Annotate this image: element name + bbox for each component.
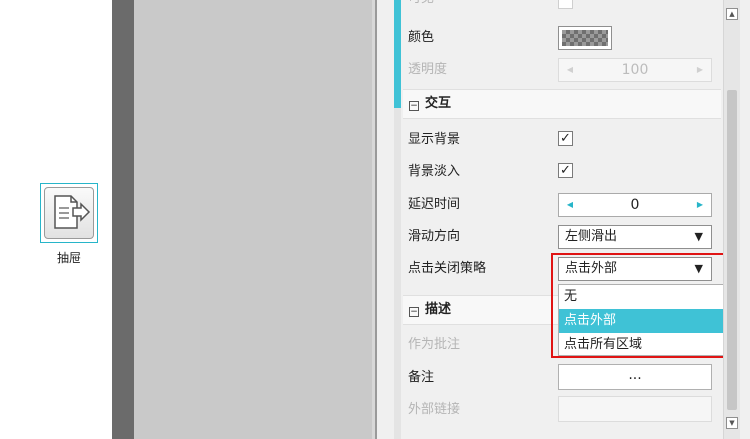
panel-indicator-track	[394, 108, 401, 439]
dropdown-option-none[interactable]: 无	[559, 285, 729, 309]
chevron-down-icon: ▼	[694, 230, 703, 243]
dropdown-option-click-all[interactable]: 点击所有区域	[559, 333, 729, 357]
section-interaction-title: 交互	[425, 96, 452, 111]
canvas-ruler-strip	[112, 0, 134, 439]
delay-stepper[interactable]: ◀ 0 ▶	[558, 193, 712, 217]
visible-label: 可见	[408, 0, 434, 12]
drawer-widget-frame	[40, 183, 98, 243]
slide-direction-label: 滑动方向	[408, 229, 461, 244]
scroll-up-icon[interactable]: ▲	[726, 8, 738, 20]
panel-active-indicator	[394, 0, 401, 108]
delay-increase-icon[interactable]: ▶	[689, 194, 711, 216]
delay-label: 延迟时间	[408, 197, 461, 212]
chevron-down-icon: ▼	[694, 262, 703, 275]
scroll-thumb[interactable]	[727, 90, 737, 410]
opacity-value: 100	[621, 62, 649, 78]
drawer-widget-label: 抽屉	[56, 251, 81, 265]
opacity-stepper[interactable]: ◀ 100 ▶	[558, 58, 712, 82]
opacity-decrease-icon[interactable]: ◀	[559, 59, 581, 81]
delay-decrease-icon[interactable]: ◀	[559, 194, 581, 216]
opacity-increase-icon[interactable]: ▶	[689, 59, 711, 81]
color-swatch-fill	[562, 30, 608, 46]
external-link-field[interactable]	[558, 396, 712, 422]
note-label: 备注	[408, 370, 435, 385]
slide-direction-value: 左侧滑出	[565, 229, 618, 244]
visible-checkbox[interactable]	[558, 0, 573, 9]
canvas-workspace[interactable]	[134, 0, 372, 439]
as-annotation-label: 作为批注	[408, 337, 461, 352]
show-background-checkbox[interactable]: ✓	[558, 131, 573, 146]
click-close-value: 点击外部	[565, 261, 618, 276]
external-link-label: 外部链接	[408, 402, 461, 417]
color-label: 颜色	[408, 30, 435, 45]
click-close-select[interactable]: 点击外部 ▼	[558, 257, 712, 281]
collapse-icon[interactable]: −	[409, 101, 419, 111]
drawer-icon	[44, 187, 94, 239]
opacity-label: 透明度	[408, 62, 448, 77]
click-close-label: 点击关闭策略	[408, 261, 487, 276]
click-close-dropdown: 无 点击外部 点击所有区域	[558, 284, 730, 356]
dropdown-option-click-outside[interactable]: 点击外部	[559, 309, 729, 333]
color-picker[interactable]	[558, 26, 612, 50]
collapse-icon[interactable]: −	[409, 307, 419, 317]
delay-value[interactable]: 0	[581, 194, 689, 216]
section-description-title: 描述	[425, 302, 452, 317]
show-background-label: 显示背景	[408, 132, 461, 147]
section-interaction[interactable]: − 交互	[403, 89, 721, 119]
panel-scrollbar[interactable]: ▲ ▼	[723, 0, 740, 439]
fade-background-label: 背景淡入	[408, 164, 461, 179]
drawer-widget[interactable]: 抽屉	[40, 183, 100, 273]
panel-right-edge	[740, 0, 750, 439]
note-edit-button[interactable]: ...	[558, 364, 712, 390]
scroll-down-icon[interactable]: ▼	[726, 417, 738, 429]
fade-background-checkbox[interactable]: ✓	[558, 163, 573, 178]
slide-direction-select[interactable]: 左侧滑出 ▼	[558, 225, 712, 249]
